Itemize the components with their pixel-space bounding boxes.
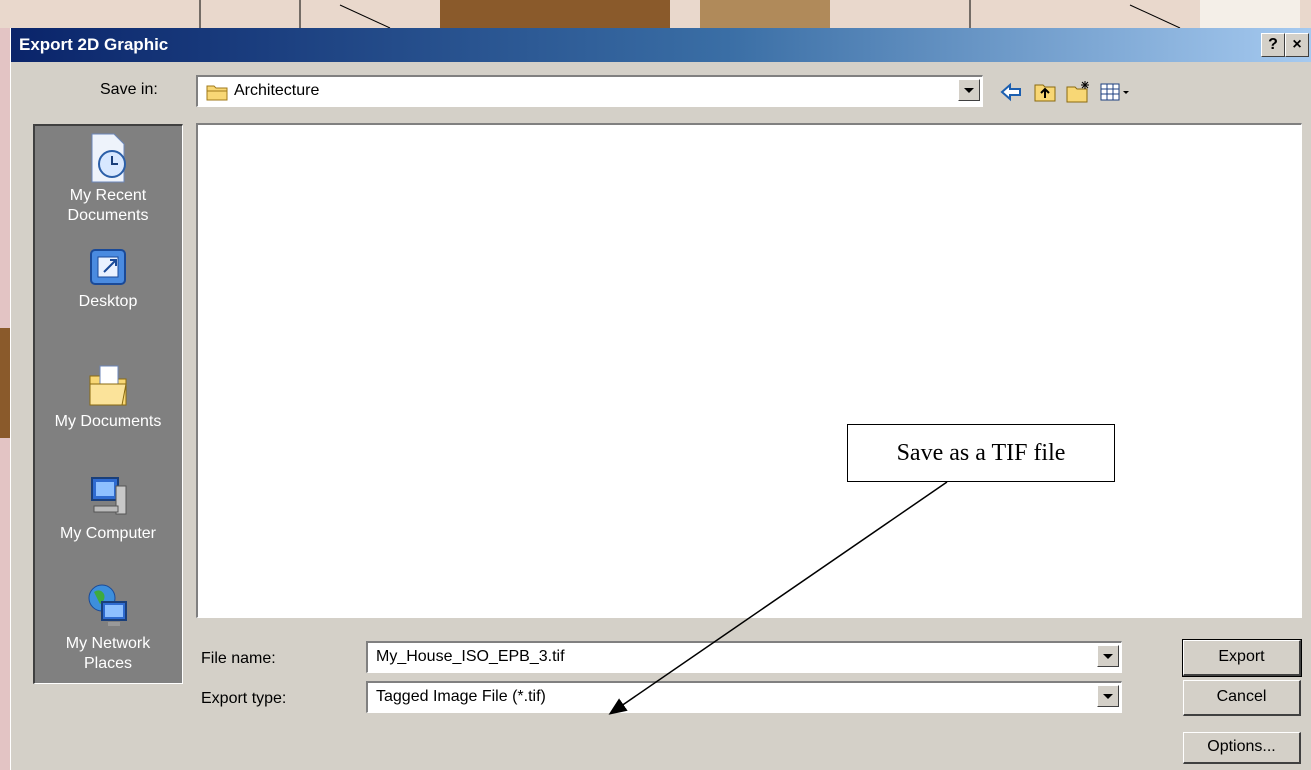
export-button[interactable]: Export: [1182, 639, 1302, 677]
place-label: My Documents: [54, 413, 162, 430]
title-bar: Export 2D Graphic ? ×: [11, 28, 1311, 62]
file-name-input[interactable]: My_House_ISO_EPB_3.tif: [376, 648, 565, 666]
options-button[interactable]: Options...: [1183, 732, 1301, 764]
save-in-combo[interactable]: Architecture: [196, 75, 983, 107]
place-label: My Network Places: [65, 635, 151, 672]
place-desktop[interactable]: Desktop: [35, 246, 181, 312]
export-dialog: Export 2D Graphic ? × Save in: Architect…: [10, 28, 1311, 770]
export-type-label: Export type:: [201, 690, 287, 707]
view-menu-icon[interactable]: [1099, 80, 1133, 104]
my-computer-icon: [91, 477, 127, 515]
file-name-label: File name:: [201, 650, 276, 667]
place-label: Desktop: [78, 293, 138, 310]
annotation-callout: Save as a TIF file: [847, 424, 1115, 482]
folder-icon: [206, 85, 228, 101]
help-button[interactable]: ?: [1261, 33, 1285, 57]
place-label: My Computer: [59, 525, 157, 542]
place-recent-documents[interactable]: My Recent Documents: [35, 132, 181, 226]
export-type-value: Tagged Image File (*.tif): [376, 688, 546, 705]
save-in-dropdown-button[interactable]: [958, 79, 980, 101]
new-folder-icon[interactable]: [1065, 80, 1091, 104]
file-name-dropdown-button[interactable]: [1097, 645, 1119, 667]
background-drawing: [199, 0, 1300, 28]
recent-documents-icon: [91, 133, 126, 183]
place-my-documents[interactable]: My Documents: [35, 362, 181, 432]
dialog-title: Export 2D Graphic: [19, 35, 169, 54]
export-type-combo[interactable]: Tagged Image File (*.tif): [366, 681, 1122, 713]
place-label: My Recent Documents: [67, 187, 149, 224]
save-in-value: Architecture: [234, 82, 320, 99]
my-documents-icon: [89, 365, 127, 406]
save-in-label: Save in:: [100, 81, 158, 98]
export-type-dropdown-button[interactable]: [1097, 685, 1119, 707]
close-button[interactable]: ×: [1285, 33, 1309, 57]
background-canvas: [0, 0, 1311, 28]
up-folder-icon[interactable]: [1033, 80, 1057, 104]
cancel-button[interactable]: Cancel: [1183, 680, 1301, 716]
network-places-icon: [88, 584, 127, 626]
desktop-icon: [90, 249, 126, 285]
file-list[interactable]: [196, 123, 1302, 618]
place-network-places[interactable]: My Network Places: [35, 582, 181, 674]
back-arrow-icon[interactable]: [999, 80, 1023, 104]
places-bar: My Recent Documents Desktop My Documents: [33, 124, 183, 684]
place-my-computer[interactable]: My Computer: [35, 472, 181, 544]
file-name-combo[interactable]: My_House_ISO_EPB_3.tif: [366, 641, 1122, 673]
